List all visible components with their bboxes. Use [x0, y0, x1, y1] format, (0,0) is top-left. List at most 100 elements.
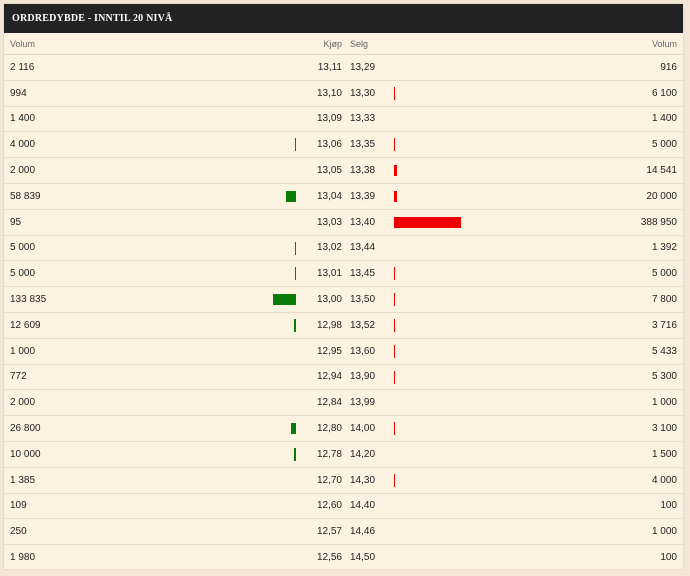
sell-volume-bar: [394, 165, 397, 177]
buy-price: 12,78: [316, 448, 342, 460]
sell-price: 13,99: [350, 397, 376, 409]
buy-price: 12,60: [316, 500, 342, 512]
panel-title-text: ORDREDYBDE - INNTIL 20 NIVÅ: [12, 13, 173, 24]
order-row: 133 835 13,00 13,50 7 800: [4, 287, 683, 313]
buy-price: 13,10: [316, 87, 342, 99]
order-row: 109 12,60 14,40 100: [4, 494, 683, 520]
buy-price: 12,84: [316, 397, 342, 409]
sell-price: 13,40: [350, 216, 376, 228]
buy-volume: 2 116: [10, 61, 35, 73]
sell-volume: 1 000: [651, 526, 677, 538]
buy-volume: 1 385: [10, 474, 36, 486]
sell-volume: 5 300: [651, 371, 677, 383]
sell-volume-bar: [394, 473, 395, 487]
order-row: 95 13,03 13,40 388 950: [4, 210, 683, 236]
order-row: 2 000 12,84 13,99 1 000: [4, 390, 683, 417]
buy-price: 13,03: [316, 216, 342, 228]
sell-volume-bar: [394, 190, 397, 202]
buy-price: 13,02: [316, 242, 342, 254]
sell-volume: 100: [660, 552, 677, 564]
order-book-rows: 2 116 13,11 13,29 916 994 13,10 13,30 6 100 1 40…: [4, 55, 683, 569]
buy-volume: 250: [10, 526, 27, 538]
buy-volume: 95: [10, 216, 22, 228]
buy-volume: 2 000: [10, 397, 36, 409]
sell-volume-bar: [394, 267, 395, 281]
sell-price: 14,30: [350, 474, 376, 486]
order-row: 5 000 13,02 13,44 1 392: [4, 236, 683, 262]
order-row: 12 609 12,98 13,52 3 716: [4, 313, 683, 339]
buy-volume: 1 400: [10, 113, 36, 125]
sell-price: 13,38: [350, 165, 376, 177]
buy-price: 12,70: [316, 474, 342, 486]
sell-price: 14,00: [350, 423, 376, 435]
buy-volume: 12 609: [10, 319, 41, 331]
buy-price: 13,01: [316, 268, 342, 280]
sell-volume-bar: [394, 318, 395, 332]
buy-price: 13,09: [316, 113, 342, 125]
sell-volume: 4 000: [651, 474, 677, 486]
table-header: Volum Kjøp Selg Volum: [4, 33, 683, 55]
sell-price: 13,30: [350, 87, 376, 99]
order-row: 1 385 12,70 14,30 4 000: [4, 468, 683, 494]
order-depth-panel: ORDREDYBDE - INNTIL 20 NIVÅ Volum Kjøp S…: [3, 3, 684, 570]
sell-volume: 3 100: [651, 423, 677, 435]
buy-volume: 10 000: [10, 448, 41, 460]
sell-price: 13,60: [350, 345, 376, 357]
sell-price: 13,29: [350, 61, 376, 73]
buy-price: 12,98: [316, 319, 342, 331]
header-sell-price: Selg: [350, 38, 369, 49]
buy-price: 13,06: [316, 139, 342, 151]
sell-volume-bar: [394, 422, 395, 436]
order-row: 5 000 13,01 13,45 5 000: [4, 261, 683, 288]
buy-price: 13,00: [316, 294, 342, 306]
sell-price: 14,20: [350, 448, 376, 460]
buy-price: 12,57: [316, 526, 342, 538]
buy-price: 12,94: [316, 371, 342, 383]
sell-volume: 388 950: [640, 216, 677, 228]
order-row: 1 980 12,56 14,50 100: [4, 545, 683, 569]
order-row: 58 839 13,04 13,39 20 000: [4, 184, 683, 210]
sell-price: 14,40: [350, 500, 376, 512]
order-row: 1 400 13,09 13,33 1 400: [4, 107, 683, 133]
header-buy-price: Kjøp: [323, 38, 342, 49]
sell-price: 13,39: [350, 190, 376, 202]
buy-volume: 994: [10, 87, 27, 99]
order-row: 772 12,94 13,90 5 300: [4, 365, 683, 391]
buy-volume: 58 839: [10, 190, 41, 202]
buy-volume: 26 800: [10, 423, 41, 435]
sell-price: 13,50: [350, 294, 376, 306]
buy-price: 12,56: [316, 552, 342, 564]
sell-volume-bar: [394, 370, 395, 384]
buy-volume: 133 835: [10, 294, 47, 306]
buy-volume-bar: [294, 318, 296, 332]
order-row: 994 13,10 13,30 6 100: [4, 81, 683, 107]
sell-price: 13,33: [350, 113, 376, 125]
buy-volume: 109: [10, 500, 27, 512]
sell-volume-bar: [394, 216, 461, 228]
sell-price: 13,45: [350, 268, 376, 280]
buy-volume: 4 000: [10, 139, 36, 151]
sell-volume-bar: [394, 138, 395, 152]
sell-volume: 7 800: [651, 294, 677, 306]
buy-price: 12,95: [316, 345, 342, 357]
buy-volume: 1 980: [10, 552, 36, 564]
buy-volume-bar: [294, 447, 296, 461]
sell-volume-bar: [394, 293, 395, 307]
sell-volume: 6 100: [651, 87, 677, 99]
sell-price: 13,90: [350, 371, 376, 383]
buy-price: 13,11: [317, 61, 342, 73]
sell-volume: 5 433: [651, 345, 677, 357]
buy-volume: 5 000: [10, 242, 36, 254]
header-sell-volume: Volum: [651, 38, 677, 49]
sell-volume: 20 000: [646, 190, 677, 202]
sell-volume: 5 000: [651, 268, 677, 280]
sell-volume: 1 400: [651, 113, 677, 125]
sell-volume-bar: [394, 86, 395, 100]
order-row: 250 12,57 14,46 1 000: [4, 519, 683, 546]
order-row: 26 800 12,80 14,00 3 100: [4, 416, 683, 442]
sell-price: 14,46: [350, 526, 376, 538]
sell-price: 14,50: [350, 552, 376, 564]
sell-volume: 916: [660, 61, 677, 73]
buy-volume-bar: [295, 138, 296, 152]
panel-title: ORDREDYBDE - INNTIL 20 NIVÅ: [4, 4, 683, 33]
